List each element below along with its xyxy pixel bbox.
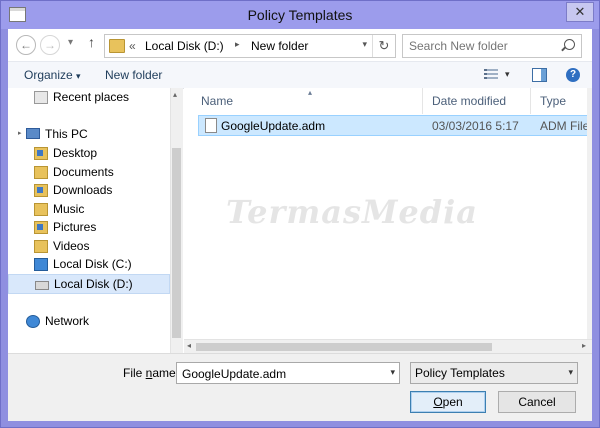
address-segment-new-folder[interactable]: New folder bbox=[251, 39, 308, 53]
label-part: File bbox=[123, 366, 146, 380]
view-options-icon[interactable] bbox=[484, 69, 498, 80]
sidebar-item-this-pc[interactable]: This PC bbox=[22, 125, 168, 143]
sidebar-item-network[interactable]: Network bbox=[22, 312, 168, 330]
address-segment-local-disk-d[interactable]: Local Disk (D:) bbox=[145, 39, 224, 53]
file-name-input[interactable] bbox=[180, 365, 380, 382]
file-name-label: File name: bbox=[123, 366, 179, 380]
sidebar-item-local-disk-c[interactable]: Local Disk (C:) bbox=[30, 255, 168, 273]
command-toolbar: Organize ▾ New folder ▾ ? bbox=[8, 61, 592, 89]
drive-icon bbox=[34, 258, 48, 271]
chevron-down-icon: ▾ bbox=[76, 71, 81, 81]
chevron-down-icon[interactable]: ▾ bbox=[390, 367, 395, 378]
sidebar-item-label: Pictures bbox=[53, 220, 97, 234]
dialog-footer: File name: ▾ Policy Templates ▾ Open Can… bbox=[8, 353, 592, 421]
network-icon bbox=[26, 315, 40, 328]
folder-icon bbox=[34, 240, 48, 253]
organize-button[interactable]: Organize ▾ bbox=[24, 68, 81, 82]
new-folder-button[interactable]: New folder bbox=[105, 68, 162, 82]
sidebar-item-label: Local Disk (C:) bbox=[53, 257, 132, 271]
help-icon[interactable]: ? bbox=[566, 68, 580, 82]
file-type-select[interactable]: Policy Templates ▾ bbox=[410, 362, 578, 384]
sort-ascending-icon: ▴ bbox=[308, 88, 313, 97]
address-bar[interactable]: « Local Disk (D:) ▸ New folder ▾ ↻ bbox=[104, 34, 396, 58]
sidebar-item-downloads[interactable]: Downloads bbox=[30, 181, 168, 199]
dialog-body: ← → ▾ ↑ « Local Disk (D:) ▸ New folder ▾… bbox=[8, 29, 592, 421]
column-header-label: Name bbox=[201, 94, 234, 108]
file-date-modified: 03/03/2016 5:17 bbox=[432, 119, 519, 133]
navigation-pane-scrollbar[interactable]: ▴ bbox=[170, 88, 183, 353]
column-header-label: Type bbox=[540, 94, 567, 108]
sidebar-item-music[interactable]: Music bbox=[30, 200, 168, 218]
column-header-date-modified[interactable]: Date modified bbox=[423, 88, 530, 114]
file-name: GoogleUpdate.adm bbox=[221, 119, 326, 133]
sidebar-item-desktop[interactable]: Desktop bbox=[30, 144, 168, 162]
address-overflow[interactable]: « bbox=[129, 39, 136, 53]
close-button[interactable]: ✕ bbox=[566, 2, 594, 22]
organize-label: Organize bbox=[24, 68, 73, 82]
sidebar-item-label: Downloads bbox=[53, 183, 113, 197]
folder-icon bbox=[34, 184, 48, 197]
open-label: pen bbox=[442, 395, 463, 409]
back-button[interactable]: ← bbox=[16, 35, 36, 55]
sidebar-item-label: Music bbox=[53, 202, 85, 216]
watermark: TermasMedia bbox=[226, 193, 479, 231]
computer-icon bbox=[26, 128, 40, 139]
column-header-label: Date modified bbox=[432, 94, 507, 108]
sidebar-item-label: Desktop bbox=[53, 146, 98, 160]
column-header-type[interactable]: Type bbox=[531, 88, 589, 114]
search-input[interactable] bbox=[407, 37, 561, 55]
up-button[interactable]: ↑ bbox=[88, 34, 95, 50]
forward-button[interactable]: → bbox=[40, 35, 60, 55]
view-options-dropdown[interactable]: ▾ bbox=[505, 69, 510, 80]
file-name-combobox[interactable]: ▾ bbox=[176, 362, 400, 384]
scrollbar-thumb[interactable] bbox=[172, 148, 181, 338]
file-list-horizontal-scrollbar[interactable]: ◂ ▸ bbox=[184, 339, 592, 354]
cancel-button[interactable]: Cancel bbox=[498, 391, 576, 413]
scrollbar-thumb[interactable] bbox=[196, 343, 492, 351]
folder-icon bbox=[34, 203, 48, 216]
title-bar[interactable]: Policy Templates ✕ bbox=[1, 1, 599, 29]
scroll-left-icon[interactable]: ◂ bbox=[187, 341, 191, 350]
sidebar-item-label: Videos bbox=[53, 239, 90, 253]
dialog-title: Policy Templates bbox=[247, 7, 353, 23]
open-file-dialog: Policy Templates ✕ ← → ▾ ↑ « Local Disk … bbox=[0, 0, 600, 428]
table-row[interactable]: GoogleUpdate.adm 03/03/2016 5:17 ADM Fil… bbox=[198, 115, 591, 136]
address-separator[interactable]: ▸ bbox=[235, 39, 240, 50]
navigation-bar: ← → ▾ ↑ « Local Disk (D:) ▸ New folder ▾… bbox=[8, 29, 592, 61]
column-header-name[interactable]: Name ▴ bbox=[184, 88, 422, 114]
file-list-vertical-scrollbar[interactable] bbox=[587, 88, 592, 353]
scroll-right-icon[interactable]: ▸ bbox=[582, 341, 586, 350]
preview-pane-icon[interactable] bbox=[532, 68, 547, 82]
sidebar-item-documents[interactable]: Documents bbox=[30, 163, 168, 181]
recent-places-icon bbox=[34, 91, 48, 104]
search-box[interactable] bbox=[402, 34, 582, 58]
sidebar-item-label: Network bbox=[45, 314, 90, 328]
sidebar-item-label: This PC bbox=[45, 127, 88, 141]
sidebar-item-label: Recent places bbox=[53, 90, 130, 104]
refresh-button[interactable]: ↻ bbox=[372, 35, 395, 57]
expand-this-pc-icon[interactable]: ▸ bbox=[18, 129, 22, 137]
open-access-key: O bbox=[433, 395, 443, 409]
sidebar-item-label: Documents bbox=[53, 165, 114, 179]
sidebar-item-videos[interactable]: Videos bbox=[30, 237, 168, 255]
scroll-up-icon[interactable]: ▴ bbox=[173, 90, 177, 99]
sidebar-item-pictures[interactable]: Pictures bbox=[30, 218, 168, 236]
address-history-dropdown[interactable]: ▾ bbox=[362, 39, 367, 50]
folder-icon bbox=[34, 221, 48, 234]
drive-icon bbox=[35, 281, 49, 290]
folder-icon bbox=[34, 147, 48, 160]
open-button[interactable]: Open bbox=[410, 391, 486, 413]
sidebar-item-local-disk-d[interactable]: Local Disk (D:) bbox=[8, 274, 170, 294]
folder-icon bbox=[34, 166, 48, 179]
search-icon[interactable] bbox=[564, 39, 575, 50]
file-icon bbox=[205, 118, 217, 133]
file-type: ADM File bbox=[540, 119, 590, 133]
sidebar-item-label: Local Disk (D:) bbox=[54, 277, 133, 291]
chevron-down-icon: ▾ bbox=[568, 367, 573, 377]
navigation-pane[interactable]: Recent places ▸ This PC Desktop Document… bbox=[8, 88, 170, 353]
sidebar-item-recent-places[interactable]: Recent places bbox=[28, 88, 168, 106]
file-type-value: Policy Templates bbox=[415, 366, 505, 380]
folder-icon bbox=[109, 39, 125, 53]
recent-locations-dropdown[interactable]: ▾ bbox=[68, 37, 73, 48]
